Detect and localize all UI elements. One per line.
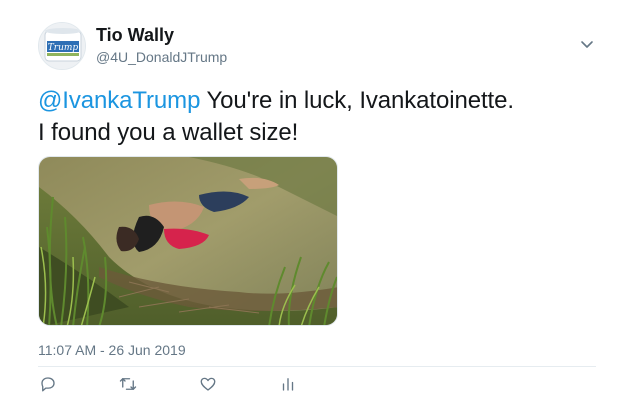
analytics-button[interactable] xyxy=(278,374,298,394)
display-name[interactable]: Tio Wally xyxy=(96,25,174,46)
toilet-paper-avatar-icon: Trump xyxy=(39,23,85,69)
tweet-card: Trump Tio Wally @4U_DonaldJTrump @Ivanka… xyxy=(0,0,634,405)
tweet-line-1: @IvankaTrump You're in luck, Ivankatoine… xyxy=(38,85,608,117)
tweet-photo[interactable] xyxy=(38,156,338,326)
tweet-text-rest: You're in luck, Ivankatoinette. xyxy=(200,87,514,114)
like-icon xyxy=(200,377,216,391)
tweet-text: @IvankaTrump You're in luck, Ivankatoine… xyxy=(38,85,608,149)
chevron-down-icon[interactable] xyxy=(578,36,596,54)
mention-link[interactable]: @IvankaTrump xyxy=(38,87,200,114)
reply-button[interactable] xyxy=(38,374,58,394)
tweet-line-2: I found you a wallet size! xyxy=(38,119,299,146)
retweet-icon xyxy=(119,378,137,390)
tweet-timestamp[interactable]: 11:07 AM - 26 Jun 2019 xyxy=(38,342,186,358)
avatar-wordmark: Trump xyxy=(48,43,79,53)
divider xyxy=(38,366,596,367)
user-handle[interactable]: @4U_DonaldJTrump xyxy=(96,49,227,65)
like-button[interactable] xyxy=(198,374,218,394)
analytics-icon xyxy=(282,378,294,391)
riverbank-photo-image xyxy=(39,157,337,325)
avatar[interactable]: Trump xyxy=(38,22,86,70)
reply-icon xyxy=(41,377,55,392)
retweet-button[interactable] xyxy=(118,374,138,394)
